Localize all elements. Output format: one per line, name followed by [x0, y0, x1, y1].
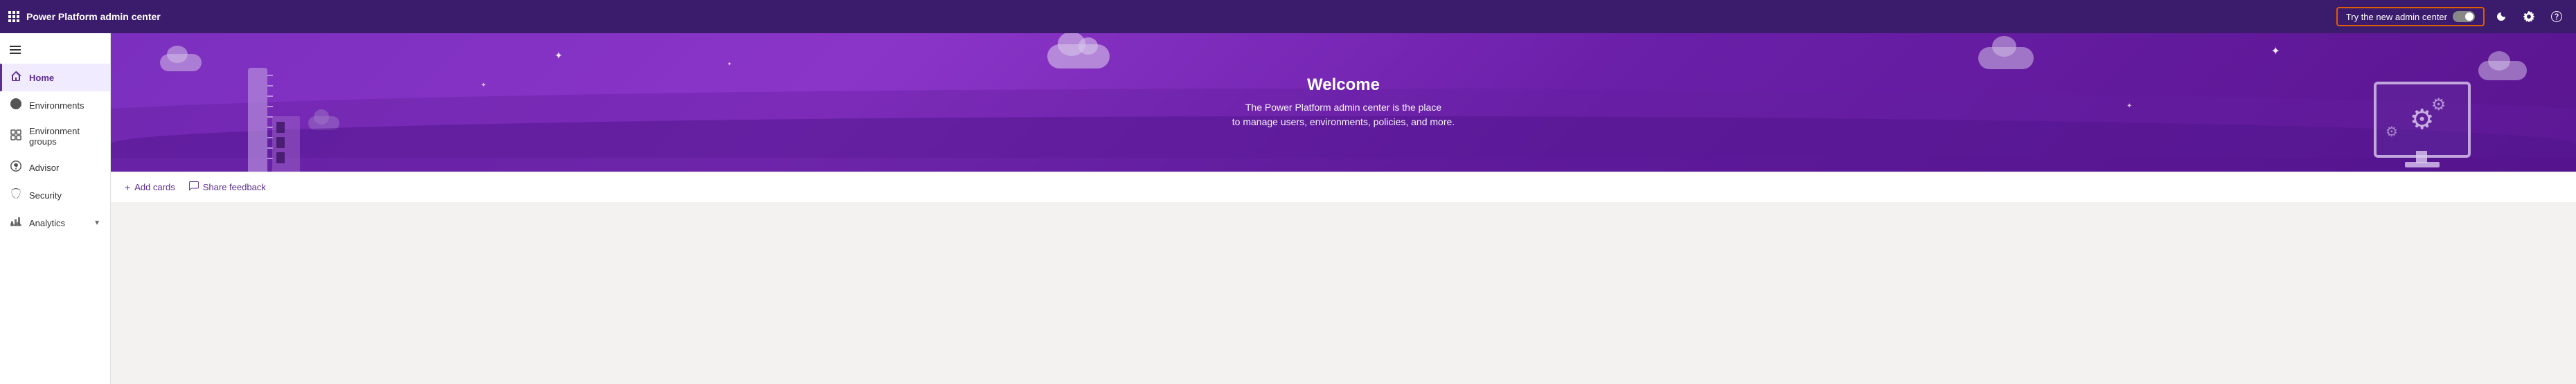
top-bar-right: Try the new admin center — [2336, 6, 2568, 28]
sparkle-1: ✦ — [555, 50, 563, 62]
building-shape — [272, 116, 300, 172]
small-gear-icon: ⚙ — [2431, 95, 2446, 115]
hero-subtitle-line2: to manage users, environments, policies,… — [1232, 116, 1455, 127]
hamburger-button[interactable] — [0, 36, 110, 64]
try-new-admin-toggle[interactable] — [2453, 11, 2475, 22]
analytics-icon — [10, 216, 22, 230]
monitor-base — [2405, 162, 2440, 167]
toggle-knob — [2465, 12, 2473, 21]
ruler-shape — [248, 68, 267, 172]
ruler-tick — [267, 75, 273, 76]
hero-banner: ✦ ✦ ✦ ✦ ✦ Welcome The Power Platform adm… — [111, 33, 2576, 172]
cloud-decoration-1 — [160, 54, 202, 71]
sidebar-item-environment-groups[interactable]: Environment groups — [0, 119, 110, 154]
settings-icon-button[interactable] — [2518, 6, 2540, 28]
sparkle-3: ✦ — [727, 61, 732, 67]
main-area: Home Environments — [0, 33, 2576, 384]
analytics-chevron-icon: ▼ — [94, 219, 100, 227]
app-title: Power Platform admin center — [26, 11, 161, 22]
cloud-decoration-top — [1047, 44, 1110, 68]
try-new-admin-button[interactable]: Try the new admin center — [2336, 7, 2485, 26]
small-gear-2-icon: ⚙ — [2386, 123, 2398, 140]
building-window — [276, 152, 285, 163]
sidebar: Home Environments — [0, 33, 111, 384]
share-feedback-label: Share feedback — [203, 182, 266, 192]
sparkle-5: ✦ — [2126, 102, 2132, 110]
cloud-decoration-right-2 — [2478, 61, 2527, 80]
add-cards-icon: + — [125, 182, 130, 193]
environments-label: Environments — [29, 100, 100, 111]
building-window — [276, 137, 285, 148]
sidebar-item-security[interactable]: Security — [0, 181, 110, 209]
content-panel: ✦ ✦ ✦ ✦ ✦ Welcome The Power Platform adm… — [111, 33, 2576, 384]
ruler-tick — [267, 85, 273, 86]
home-label: Home — [29, 73, 100, 83]
hero-decoration-left — [234, 54, 317, 172]
ruler-tick — [267, 106, 273, 107]
top-bar-left: Power Platform admin center — [8, 11, 161, 22]
environment-groups-label: Environment groups — [29, 126, 100, 147]
advisor-label: Advisor — [29, 163, 100, 173]
try-new-admin-label: Try the new admin center — [2346, 12, 2447, 22]
waffle-icon[interactable] — [8, 11, 19, 22]
share-feedback-button[interactable]: Share feedback — [189, 181, 266, 193]
sidebar-item-environments[interactable]: Environments — [0, 91, 110, 119]
sidebar-item-analytics[interactable]: Analytics ▼ — [0, 209, 110, 237]
hero-text-container: Welcome The Power Platform admin center … — [1232, 75, 1455, 129]
building-window — [276, 122, 285, 133]
environment-groups-icon — [10, 129, 22, 143]
top-navigation-bar: Power Platform admin center Try the new … — [0, 0, 2576, 33]
bottom-action-bar: + Add cards Share feedback — [111, 172, 2576, 202]
sparkle-2: ✦ — [481, 82, 486, 89]
security-icon — [10, 188, 22, 202]
hero-subtitle: The Power Platform admin center is the p… — [1232, 100, 1455, 129]
environments-icon — [10, 98, 22, 112]
monitor-frame: ⚙ ⚙ ⚙ — [2374, 82, 2471, 158]
sidebar-item-home[interactable]: Home — [0, 64, 110, 91]
add-cards-label: Add cards — [134, 182, 175, 192]
hero-subtitle-line1: The Power Platform admin center is the p… — [1245, 102, 1441, 113]
help-icon-button[interactable] — [2546, 6, 2568, 28]
hero-title: Welcome — [1232, 75, 1455, 95]
share-feedback-icon — [189, 181, 199, 193]
hero-decoration-right: ⚙ ⚙ ⚙ — [2353, 40, 2478, 172]
advisor-icon — [10, 161, 22, 174]
cloud-decoration-right-1 — [1978, 47, 2034, 69]
add-cards-button[interactable]: + Add cards — [125, 182, 175, 193]
moon-icon-button[interactable] — [2490, 6, 2512, 28]
analytics-label: Analytics — [29, 218, 87, 228]
sparkle-4: ✦ — [2271, 44, 2280, 58]
sidebar-item-advisor[interactable]: Advisor — [0, 154, 110, 181]
ruler-tick — [267, 95, 273, 97]
security-label: Security — [29, 190, 100, 201]
home-icon — [10, 71, 22, 84]
